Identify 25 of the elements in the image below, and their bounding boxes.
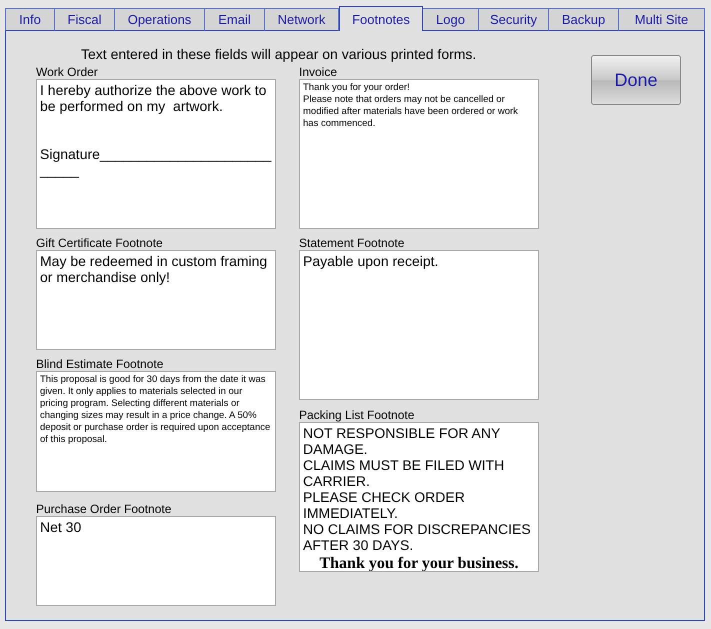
field-label: Work Order xyxy=(36,66,99,79)
field-label: Packing List Footnote xyxy=(299,409,416,422)
tab[interactable]: Backup xyxy=(549,8,619,31)
text-area[interactable]: May be redeemed in custom framing or merchandise only! xyxy=(36,250,276,350)
field-label: Gift Certificate Footnote xyxy=(36,237,164,250)
tab[interactable]: Email xyxy=(205,8,265,31)
text-area[interactable]: Thank you for your order! Please note that orders may not be cancelled or modified after materials have been ordered or work has commenced. xyxy=(299,79,539,229)
tab[interactable]: Footnotes xyxy=(339,6,423,31)
tab[interactable]: Logo xyxy=(423,8,479,31)
text-area[interactable]: Payable upon receipt. xyxy=(299,250,539,400)
text-area[interactable]: This proposal is good for 30 days from the date it was given. It only applies to materials selected in our pricing program. Selecting different materials or changing sizes may result in a price change. A 50% deposit or purchase order is required upon acceptance of this proposal. xyxy=(36,371,276,492)
tab[interactable]: Operations xyxy=(115,8,205,31)
field-label: Purchase Order Footnote xyxy=(36,503,172,516)
done-button[interactable]: Done xyxy=(591,55,681,105)
field-label: Statement Footnote xyxy=(299,237,406,250)
tab[interactable]: Security xyxy=(479,8,549,31)
text-area[interactable]: Net 30 xyxy=(36,516,276,606)
tab[interactable]: Fiscal xyxy=(55,8,115,31)
intro-text: Text entered in these fields will appear on various printed forms. xyxy=(81,46,476,62)
tab[interactable]: Multi Site xyxy=(619,8,705,31)
tab[interactable]: Network xyxy=(265,8,339,31)
text-area[interactable]: I hereby authorize the above work to be performed on my artwork. Signature___________________________ xyxy=(36,79,276,229)
field-label: Invoice xyxy=(299,66,338,79)
tab[interactable]: Info xyxy=(5,8,55,31)
field-label: Blind Estimate Footnote xyxy=(36,358,164,371)
